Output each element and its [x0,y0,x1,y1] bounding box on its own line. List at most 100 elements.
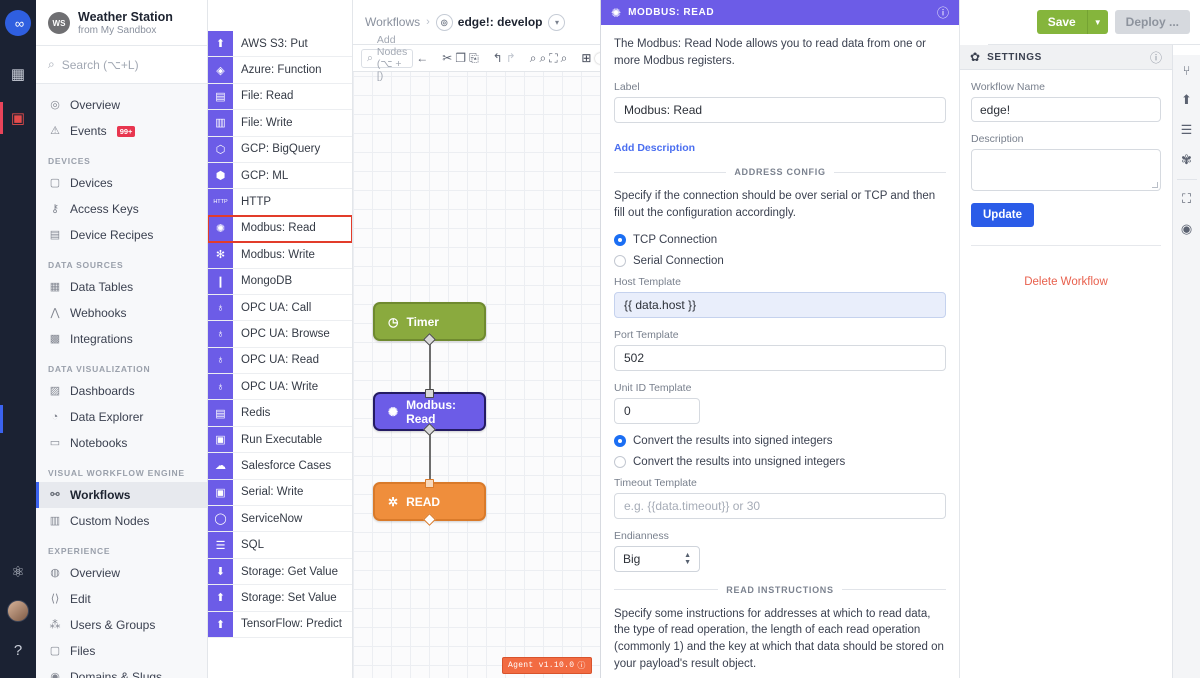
palette-item-label: OPC UA: Call [241,301,312,314]
add-comment-icon[interactable]: ⊞ [581,48,591,68]
redo-icon[interactable]: ↱ [506,48,516,68]
cut-icon[interactable]: ✂ [442,48,452,68]
sidebar-item-custom-nodes[interactable]: ▥ Custom Nodes [36,508,207,534]
workflow-canvas[interactable]: Workflows › ◎ edge!: develop ▾ ⌕ Add Nod… [353,0,600,678]
palette-item-salesforce-cases[interactable]: ☁ Salesforce Cases [208,453,352,480]
palette-item-file-read[interactable]: ▤ File: Read [208,83,352,111]
paste-icon[interactable]: ⎘ [469,48,479,68]
palette-item-opc-ua-write[interactable]: ♁ OPC UA: Write [208,374,352,401]
sidebar-item-dashboards[interactable]: ▨ Dashboards [36,378,207,404]
sidebar-item-events[interactable]: ⚠ Events 99+ [36,118,207,144]
sidebar-item-notebooks[interactable]: ▭ Notebooks [36,430,207,456]
palette-back-button[interactable]: ← [416,48,428,68]
sidebar-item-edit[interactable]: ⟨⟩ Edit [36,586,207,612]
unit-id-template-input[interactable]: 0 [614,397,700,424]
palette-item-opc-ua-browse[interactable]: ♁ OPC UA: Browse [208,321,352,348]
debug-icon[interactable]: ✾ [1173,145,1200,175]
palette-item-servicenow[interactable]: ◯ ServiceNow [208,506,352,533]
palette-item-file-write[interactable]: ▥ File: Write [208,110,352,137]
sidebar-item-files[interactable]: ▢ Files [36,638,207,664]
palette-item-tensorflow-predict[interactable]: ⬆ TensorFlow: Predict [208,611,352,638]
breadcrumb-root[interactable]: Workflows [365,15,420,29]
palette-item-azure-function[interactable]: ◈ Azure: Function [208,57,352,84]
palette-item-storage-get-value[interactable]: ⬇ Storage: Get Value [208,558,352,586]
timeout-template-input[interactable]: e.g. {{data.timeout}} or 30 [614,492,946,519]
label-input[interactable]: Modbus: Read [614,97,946,124]
palette-item-http[interactable]: HTTP HTTP [208,189,352,216]
node-output-port[interactable] [423,333,436,346]
chevron-down-icon[interactable]: ▾ [548,13,566,31]
zoom-out-icon[interactable]: ⌕ [540,48,547,68]
globe-icon[interactable]: ◉ [1173,214,1200,244]
add-description-link[interactable]: Add Description [614,142,695,154]
save-button[interactable]: Save ▼ [1036,10,1108,34]
palette-item-storage-set-value[interactable]: ⬆ Storage: Set Value [208,585,352,612]
sidebar-item-device-recipes[interactable]: ▤ Device Recipes [36,222,207,248]
palette-item-sql[interactable]: ☰ SQL [208,532,352,559]
palette-item-mongodb[interactable]: ❙ MongoDB [208,268,352,295]
radio-tcp-connection[interactable]: TCP Connection [614,233,946,246]
zoom-reset-icon[interactable]: ⌕ [561,48,568,68]
canvas-node-modbus-read[interactable]: ✺ Modbus: Read [373,389,486,436]
palette-item-opc-ua-call[interactable]: ♁ OPC UA: Call [208,294,352,322]
palette-item-modbus-write[interactable]: ✻ Modbus: Write [208,242,352,269]
sidebar-item-access-keys[interactable]: ⚷ Access Keys [36,196,207,222]
palette-item-redis[interactable]: ▤ Redis [208,400,352,427]
sidebar-item-workflows[interactable]: ⚯ Workflows [36,482,207,509]
deploy-button[interactable]: Deploy ... [1114,10,1190,34]
canvas-node-timer[interactable]: ◷ Timer [373,302,486,346]
description-textarea[interactable] [971,149,1161,191]
rail-dashboard-icon[interactable]: ▦ [0,52,36,96]
radio-serial-connection[interactable]: Serial Connection [614,254,946,267]
sidebar-item-users-groups[interactable]: ⁂ Users & Groups [36,612,207,638]
update-button[interactable]: Update [971,203,1034,227]
host-template-input[interactable]: {{ data.host }} [614,291,946,318]
sidebar-item-label: Domains & Slugs [70,670,163,678]
delete-workflow-link[interactable]: Delete Workflow [971,276,1161,288]
sidebar-item-devices[interactable]: ▢ Devices [36,170,207,196]
avatar[interactable] [7,600,29,622]
sidebar-item-data-tables[interactable]: ▦ Data Tables [36,274,207,300]
help-icon[interactable]: ⓘ [1150,49,1162,66]
palette-item-modbus-read[interactable]: ✺ Modbus: Read [208,214,352,244]
palette-item-serial-write[interactable]: ▣ Serial: Write [208,479,352,507]
copy-icon[interactable]: ❐ [455,48,466,68]
add-nodes-search-input[interactable]: ⌕ Add Nodes (⌥ + [) [361,34,414,82]
sidebar-item-data-explorer[interactable]: ◔ Data Explorer [36,404,207,430]
agent-version-badge[interactable]: Agent v1.10.0 ⓘ [502,657,592,674]
palette-item-aws-s3-put[interactable]: ⬆ AWS S3: Put [208,31,352,58]
sidebar-item-overview[interactable]: ◍ Overview [36,560,207,586]
endianness-select[interactable]: Big ▲ ▼ [614,545,700,572]
deploy-icon[interactable]: ⬆ [1173,85,1200,115]
palette-item-gcp-bigquery[interactable]: ⬡ GCP: BigQuery [208,136,352,163]
resources-icon[interactable]: ⛶ [1173,184,1200,214]
save-dropdown-caret-icon[interactable]: ▼ [1086,10,1108,34]
palette-item-run-executable[interactable]: ▣ Run Executable [208,426,352,454]
radio-unsigned-integers[interactable]: Convert the results into unsigned intege… [614,455,946,468]
rail-workflow-icon[interactable]: ⚛ [0,550,36,594]
radio-signed-integers[interactable]: Convert the results into signed integers [614,434,946,447]
node-output-port[interactable] [423,513,436,526]
sidebar-search[interactable]: ⌕ Search (⌥+L) [36,46,207,85]
storage-icon[interactable]: ☰ [1173,115,1200,145]
palette-item-opc-ua-read[interactable]: ♁ OPC UA: Read [208,347,352,375]
workflow-name-input[interactable]: edge! [971,97,1161,122]
sidebar-item-domains-slugs[interactable]: ◉ Domains & Slugs [36,664,207,678]
rail-package-icon[interactable]: ▣ [0,96,36,140]
org-header[interactable]: WS Weather Station from My Sandbox [36,0,207,47]
branch-icon[interactable]: ⑂ [1173,55,1200,85]
sidebar-item-webhooks[interactable]: ⋀ Webhooks [36,300,207,326]
zoom-in-icon[interactable]: ⌕ [530,48,537,68]
brand-logo-icon[interactable]: ∞ [5,10,31,36]
sidebar-item-integrations[interactable]: ▩ Integrations [36,326,207,352]
node-input-port[interactable] [425,389,434,398]
port-template-input[interactable]: 502 [614,344,946,371]
node-input-port[interactable] [425,479,434,488]
palette-item-gcp-ml[interactable]: ⬢ GCP: ML [208,162,352,190]
fit-screen-icon[interactable]: ⛶ [549,48,557,68]
sidebar-item-overview[interactable]: ◎ Overview [36,92,207,118]
canvas-node-read[interactable]: ✲ READ [373,479,486,526]
undo-icon[interactable]: ↰ [493,48,503,68]
help-icon[interactable]: ? [0,628,36,672]
help-icon[interactable]: ⓘ [937,4,949,21]
